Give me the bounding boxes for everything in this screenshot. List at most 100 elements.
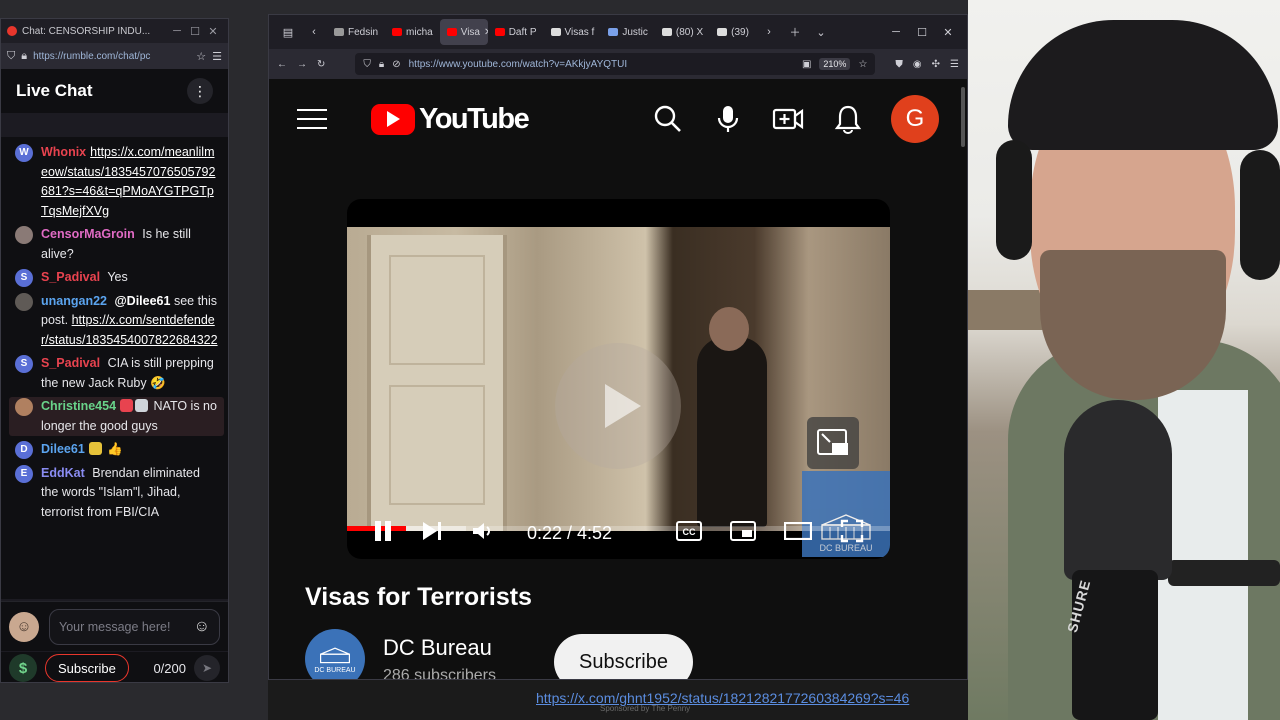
next-video-icon[interactable] bbox=[421, 520, 443, 547]
menu-icon[interactable]: ☰ bbox=[212, 50, 222, 63]
background-link[interactable]: https://x.com/ghnt1952/status/1821282177… bbox=[536, 690, 909, 706]
chat-message: unangan22 @Dilee61 see this post. https:… bbox=[15, 292, 220, 351]
user-avatar[interactable]: W bbox=[15, 144, 33, 162]
chat-username[interactable]: EddKat bbox=[41, 466, 85, 480]
fullscreen-icon[interactable] bbox=[840, 519, 864, 548]
microphone-icon[interactable] bbox=[711, 102, 745, 136]
chat-username[interactable]: Whonix bbox=[41, 145, 86, 159]
emoji-picker-icon[interactable]: ☺ bbox=[194, 618, 210, 636]
permissions-icon[interactable]: ⊘ bbox=[392, 59, 400, 70]
back-icon[interactable]: ← bbox=[277, 59, 287, 70]
close-icon[interactable]: ✕ bbox=[204, 25, 222, 38]
miniplayer-hint-icon[interactable] bbox=[807, 417, 859, 469]
chat-bottom-bar: $ Subscribe 0/200 ➤ bbox=[1, 652, 228, 682]
browser-tab[interactable]: Fedsin bbox=[327, 19, 385, 45]
user-avatar[interactable]: S bbox=[15, 269, 33, 287]
chat-message-highlighted: Christine454 NATO is no longer the good … bbox=[9, 397, 224, 436]
browser-tab[interactable]: (39) bbox=[710, 19, 756, 45]
my-avatar[interactable]: ☺ bbox=[9, 611, 39, 642]
close-icon[interactable]: ✕ bbox=[935, 26, 961, 39]
maximize-icon[interactable]: ☐ bbox=[909, 26, 935, 39]
pocket-icon[interactable]: ⛊ bbox=[895, 59, 903, 70]
captions-icon[interactable]: CC bbox=[676, 520, 702, 546]
chat-username[interactable]: CensorMaGroin bbox=[41, 227, 135, 241]
user-avatar[interactable] bbox=[15, 292, 33, 311]
lock-icon[interactable]: 🔒︎ bbox=[379, 59, 384, 70]
chat-options-icon[interactable]: ⋮ bbox=[187, 78, 213, 104]
rant-dollar-icon[interactable]: $ bbox=[9, 654, 37, 682]
char-count: 0/200 bbox=[153, 660, 186, 676]
url-text[interactable]: https://www.youtube.com/watch?v=AKkjyAYQ… bbox=[409, 59, 794, 70]
user-avatar[interactable]: E bbox=[15, 464, 33, 483]
bookmark-star-icon[interactable]: ☆ bbox=[858, 59, 867, 70]
hamburger-menu-icon[interactable] bbox=[297, 109, 327, 129]
youtube-play-logo-icon bbox=[371, 103, 415, 135]
browser-tab[interactable]: (80) X bbox=[655, 19, 710, 45]
chat-username[interactable]: unangan22 bbox=[41, 294, 107, 308]
maximize-icon[interactable]: ☐ bbox=[186, 25, 204, 38]
chat-username[interactable]: Christine454 bbox=[41, 399, 116, 413]
new-tab-icon[interactable]: ＋ bbox=[782, 24, 808, 40]
video-frame[interactable]: DC BUREAU bbox=[347, 227, 890, 557]
background-page-strip: https://x.com/ghnt1952/status/1821282177… bbox=[268, 680, 968, 720]
forward-icon[interactable]: → bbox=[297, 59, 307, 70]
browser-tab[interactable]: Visas f bbox=[544, 19, 602, 45]
chat-message: CensorMaGroin Is he still alive? bbox=[15, 225, 220, 264]
browser-tab[interactable]: Justic bbox=[601, 19, 655, 45]
chat-link[interactable]: https://x.com/sentdefender/status/183545… bbox=[41, 313, 218, 347]
minimize-icon[interactable]: ─ bbox=[168, 25, 186, 37]
search-icon[interactable] bbox=[651, 102, 685, 136]
chat-username[interactable]: S_Padival bbox=[41, 270, 100, 284]
lock-icon[interactable]: 🔒︎ bbox=[21, 50, 27, 63]
channel-subscribe-button[interactable]: Subscribe bbox=[554, 634, 693, 679]
channel-name[interactable]: DC Bureau bbox=[383, 635, 492, 661]
big-play-icon[interactable] bbox=[555, 343, 681, 469]
browser-tab[interactable]: Daft P bbox=[488, 19, 544, 45]
star-icon[interactable]: ☆ bbox=[196, 50, 206, 63]
browser-tab[interactable]: micha bbox=[385, 19, 440, 45]
tab-label: Visas f bbox=[564, 26, 595, 38]
video-player[interactable]: DC BUREAU 0:22 / 4:52 CC bbox=[347, 199, 890, 559]
list-tabs-icon[interactable]: ⌄ bbox=[808, 26, 834, 39]
page-scrollbar[interactable] bbox=[961, 87, 965, 147]
user-avatar[interactable] bbox=[15, 226, 33, 244]
tab-label: (80) X bbox=[675, 26, 704, 38]
scroll-tabs-left-icon[interactable]: ‹ bbox=[301, 26, 327, 38]
rumble-favicon-icon bbox=[7, 26, 17, 36]
minimize-icon[interactable]: ─ bbox=[883, 26, 909, 38]
chat-username[interactable]: Dilee61 bbox=[41, 442, 85, 456]
user-avatar[interactable]: S bbox=[15, 355, 33, 373]
tab-overview-icon[interactable]: ▤ bbox=[275, 26, 301, 39]
create-video-icon[interactable] bbox=[771, 102, 805, 136]
chat-message-list[interactable]: W Whonix https://x.com/meanlilmeow/status… bbox=[1, 137, 228, 599]
chat-username[interactable]: S_Padival bbox=[41, 356, 100, 370]
notifications-bell-icon[interactable] bbox=[831, 102, 865, 136]
picture-icon[interactable]: ▣ bbox=[802, 59, 811, 70]
user-avatar[interactable]: D bbox=[15, 441, 33, 459]
pause-icon[interactable] bbox=[373, 520, 393, 547]
zoom-level[interactable]: 210% bbox=[819, 58, 851, 70]
user-avatar[interactable] bbox=[15, 398, 33, 416]
reload-icon[interactable]: ↻ bbox=[317, 59, 325, 70]
volume-icon[interactable] bbox=[471, 520, 495, 547]
address-bar[interactable]: ⛉ 🔒︎ ⊘ https://www.youtube.com/watch?v=A… bbox=[355, 53, 876, 75]
youtube-logo[interactable]: YouTube bbox=[371, 103, 530, 136]
account-icon[interactable]: ◉ bbox=[913, 59, 922, 70]
shield-icon[interactable]: ⛉ bbox=[363, 59, 371, 70]
theater-mode-icon[interactable] bbox=[783, 521, 813, 545]
chat-message-input[interactable]: Your message here! ☺ bbox=[49, 608, 220, 645]
chat-mention[interactable]: @Dilee61 bbox=[114, 294, 170, 308]
extensions-icon[interactable]: ✣ bbox=[932, 59, 940, 70]
tab-label: Visa bbox=[460, 26, 480, 38]
menu-icon[interactable]: ☰ bbox=[950, 59, 959, 70]
scroll-tabs-right-icon[interactable]: › bbox=[756, 26, 782, 38]
miniplayer-icon[interactable] bbox=[730, 520, 756, 546]
channel-avatar[interactable]: DC BUREAU bbox=[305, 629, 365, 679]
chat-subscribe-button[interactable]: Subscribe bbox=[45, 654, 129, 682]
account-avatar[interactable]: G bbox=[891, 95, 939, 143]
chat-message: W Whonix https://x.com/meanlilmeow/status… bbox=[15, 143, 220, 221]
chat-url-text[interactable]: https://rumble.com/chat/pc bbox=[33, 51, 190, 62]
browser-tab-active[interactable]: Visa✕ bbox=[439, 19, 488, 45]
send-icon[interactable]: ➤ bbox=[194, 655, 220, 681]
shield-icon[interactable]: ⛉ bbox=[7, 50, 15, 63]
